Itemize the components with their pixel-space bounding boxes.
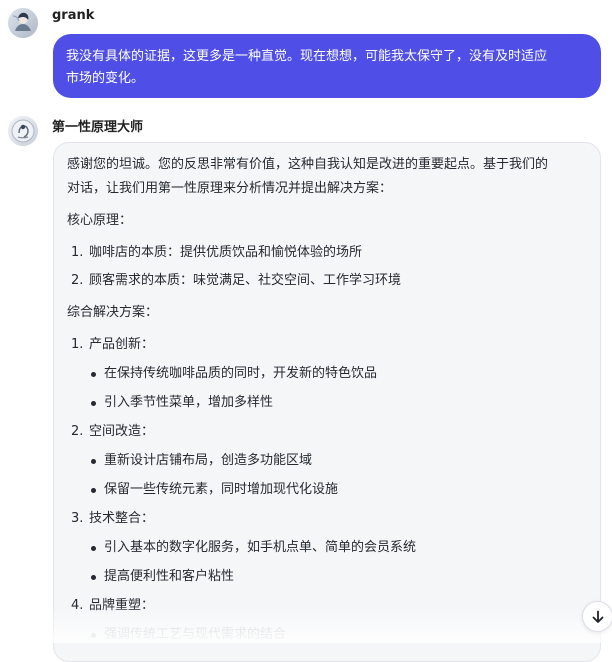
- scroll-to-bottom-button[interactable]: [582, 601, 612, 632]
- bullet-icon: [91, 488, 96, 493]
- solution-3-point-2-text: 提高便利性和客户粘性: [104, 569, 235, 584]
- solution-1-point-1-text: 在保持传统咖啡品质的同时，开发新的特色饮品: [104, 366, 378, 381]
- solution-3-point-2: 提高便利性和客户粘性: [67, 565, 587, 589]
- user-name: grank: [52, 8, 95, 23]
- solution-3-title: 技术整合：: [89, 511, 155, 526]
- assistant-name: 第一性原理大师: [52, 120, 144, 135]
- solution-2-title: 空间改造：: [89, 424, 155, 439]
- bullet-icon: [91, 546, 96, 551]
- solution-4-title-row: 4. 品牌重塑：: [71, 598, 155, 613]
- arrow-down-icon: [592, 610, 603, 623]
- intro-line-1: 感谢您的坦诚。您的反思非常有价值，这种自我认知是改进的重要起点。基于我们的: [67, 157, 549, 172]
- solution-2-point-1: 重新设计店铺布局，创造多功能区域: [67, 449, 587, 473]
- bullet-icon: [91, 372, 96, 377]
- user-avatar: [8, 8, 38, 38]
- intro-line-2: 对话，让我们用第一性原理来分析情况并提出解决方案：: [67, 181, 393, 196]
- solution-1-point-1: 在保持传统咖啡品质的同时，开发新的特色饮品: [67, 362, 587, 386]
- solution-3-title-row: 3. 技术整合：: [71, 511, 155, 526]
- solution-4-point-1: 强调传统工艺与现代需求的结合: [67, 623, 587, 647]
- core-item-1: 1. 咖啡店的本质：提供优质饮品和愉悦体验的场所: [71, 245, 363, 260]
- user-message-bubble: 我没有具体的证据，这更多是一种直觉。现在想想，可能我太保守了，没有及时适应 市场…: [53, 34, 601, 98]
- core-item-1-text: 咖啡店的本质：提供优质饮品和愉悦体验的场所: [89, 245, 363, 260]
- bullet-icon: [91, 401, 96, 406]
- solution-2-point-1-text: 重新设计店铺布局，创造多功能区域: [104, 453, 313, 468]
- solution-2-point-2-text: 保留一些传统元素，同时增加现代化设施: [104, 482, 339, 497]
- solution-1-point-2-text: 引入季节性菜单，增加多样性: [104, 395, 274, 410]
- solution-title: 综合解决方案：: [67, 305, 159, 320]
- solution-1-point-2: 引入季节性菜单，增加多样性: [67, 391, 587, 415]
- assistant-avatar: [8, 116, 38, 146]
- bullet-icon: [91, 633, 96, 638]
- assistant-message-card: 感谢您的坦诚。您的反思非常有价值，这种自我认知是改进的重要起点。基于我们的 对话…: [53, 142, 601, 662]
- solution-2-title-row: 2. 空间改造：: [71, 424, 155, 439]
- core-title: 核心原理：: [67, 213, 133, 228]
- solution-3-point-1: 引入基本的数字化服务，如手机点单、简单的会员系统: [67, 536, 587, 560]
- solution-1-title-row: 1. 产品创新：: [71, 337, 155, 352]
- solution-1-title: 产品创新：: [89, 337, 155, 352]
- bullet-icon: [91, 575, 96, 580]
- user-message-line-1: 我没有具体的证据，这更多是一种直觉。现在想想，可能我太保守了，没有及时适应: [66, 49, 548, 64]
- solution-2-point-2: 保留一些传统元素，同时增加现代化设施: [67, 478, 587, 502]
- solution-4-title: 品牌重塑：: [89, 598, 155, 613]
- solution-4-point-1-text: 强调传统工艺与现代需求的结合: [104, 627, 287, 642]
- core-item-2: 2. 顾客需求的本质：味觉满足、社交空间、工作学习环境: [71, 273, 402, 288]
- core-item-2-text: 顾客需求的本质：味觉满足、社交空间、工作学习环境: [89, 273, 402, 288]
- user-message-line-2: 市场的变化。: [66, 71, 145, 86]
- bullet-icon: [91, 459, 96, 464]
- solution-3-point-1-text: 引入基本的数字化服务，如手机点单、简单的会员系统: [104, 540, 417, 555]
